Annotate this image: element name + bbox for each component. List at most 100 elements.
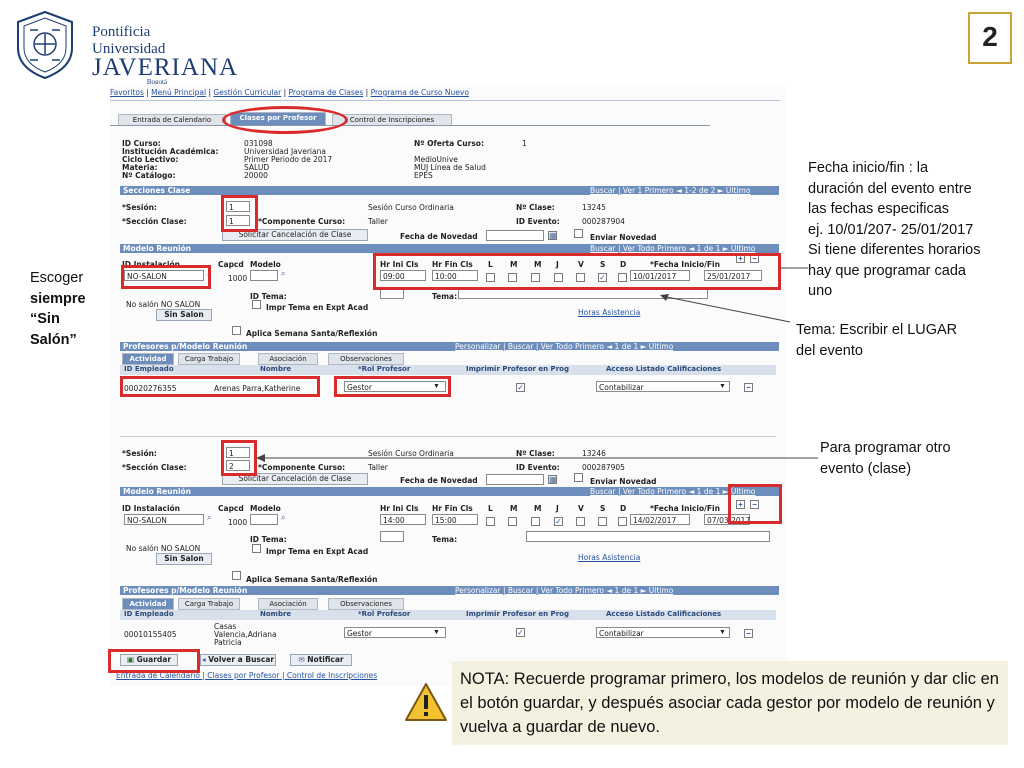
search-icon[interactable]: ⌕ <box>281 513 285 523</box>
sesion-input[interactable]: 1 <box>226 447 250 458</box>
fecha-novedad-input[interactable] <box>486 230 544 241</box>
enviar-novedad-checkbox[interactable] <box>574 473 583 482</box>
calendar-icon[interactable]: ▦ <box>548 231 557 240</box>
add-row-icon[interactable]: + <box>736 254 745 263</box>
prof-tab-actividad[interactable]: Actividad <box>122 598 174 610</box>
prof1-acceso-select[interactable]: Contabilizar <box>596 381 730 392</box>
tab-clases-profesor[interactable]: Clases por Profesor <box>230 112 326 126</box>
search-icon[interactable]: ⌕ <box>281 269 285 279</box>
day-checkbox-d[interactable] <box>618 273 627 282</box>
calendar-icon[interactable]: ▦ <box>548 475 557 484</box>
hr-fin-input[interactable]: 10:00 <box>432 270 478 281</box>
impr-tema-checkbox[interactable] <box>252 544 261 553</box>
delete-row-icon[interactable]: − <box>744 383 753 392</box>
breadcrumb-item[interactable]: Menú Principal <box>151 88 206 97</box>
col-fecha-inicio-fin: *Fecha Inicio/Fin <box>650 504 720 513</box>
prof-tab-carga[interactable]: Carga Trabajo <box>178 353 240 365</box>
day-checkbox-s[interactable]: ✓ <box>598 273 607 282</box>
seccion-input[interactable]: 1 <box>226 215 250 226</box>
delete-row-icon[interactable]: − <box>750 500 759 509</box>
sin-salon-button[interactable]: Sin Salon <box>156 309 212 321</box>
profesores-nav-links[interactable]: Personalizar | Buscar | Ver Todo Primero… <box>455 586 673 595</box>
day-checkbox-d[interactable] <box>618 517 627 526</box>
col-hr-ini: Hr Ini Cls <box>380 504 419 513</box>
col-lunes: L <box>488 260 493 269</box>
horas-asistencia-link[interactable]: Horas Asistencia <box>578 308 640 317</box>
breadcrumb-item[interactable]: Favoritos <box>110 88 144 97</box>
prof1-rol-select[interactable]: Gestor <box>344 381 446 392</box>
prof-tab-observaciones[interactable]: Observaciones <box>328 598 404 610</box>
day-checkbox-j[interactable]: ✓ <box>554 517 563 526</box>
hr-fin-input[interactable]: 15:00 <box>432 514 478 525</box>
impr-tema-label: Impr Tema en Expt Acad <box>266 547 369 556</box>
search-icon[interactable]: ⌕ <box>207 513 211 523</box>
prof-col-imprimir: Imprimir Profesor en Prog <box>466 365 569 373</box>
day-checkbox-m2[interactable] <box>531 517 540 526</box>
breadcrumb-item[interactable]: Gestión Curricular <box>213 88 281 97</box>
day-checkbox-s[interactable] <box>598 517 607 526</box>
seccion-input[interactable]: 2 <box>226 460 250 471</box>
modelo-input[interactable] <box>250 270 278 281</box>
col-id-instalacion: ID Instalación <box>122 260 181 269</box>
horas-asistencia-link[interactable]: Horas Asistencia <box>578 553 640 562</box>
solicitar-cancelacion-button[interactable]: Solicitar Cancelación de Clase <box>222 229 368 241</box>
day-checkbox-m[interactable] <box>508 273 517 282</box>
fecha-inicio-input[interactable]: 14/02/2017 <box>630 514 690 525</box>
solicitar-cancelacion-button[interactable]: Solicitar Cancelación de Clase <box>222 473 368 485</box>
guardar-button[interactable]: ▣ Guardar <box>120 654 178 666</box>
annotation-otro-evento: Para programar otro evento (clase) <box>820 438 1010 479</box>
instalacion-input[interactable]: NO-SALON <box>124 270 204 281</box>
day-checkbox-l[interactable] <box>486 517 495 526</box>
tema-input[interactable] <box>458 288 708 299</box>
delete-row-icon[interactable]: − <box>750 254 759 263</box>
fecha-fin-input[interactable]: 07/03/2017 <box>704 514 750 525</box>
prof-tab-asociacion[interactable]: Asociación <box>258 598 318 610</box>
prof2-acceso-select[interactable]: Contabilizar <box>596 627 730 638</box>
volver-buscar-button[interactable]: ◂ Volver a Buscar <box>200 654 276 666</box>
aplica-semana-checkbox[interactable] <box>232 326 241 335</box>
hr-ini-input[interactable]: 14:00 <box>380 514 426 525</box>
fecha-novedad-input[interactable] <box>486 474 544 485</box>
modelo-nav-links[interactable]: Buscar | Ver Todo Primero ◄ 1 de 1 ► Últ… <box>590 244 755 253</box>
sesion-input[interactable]: 1 <box>226 201 250 212</box>
day-checkbox-l[interactable] <box>486 273 495 282</box>
annotation-fecha-line: hay que programar cada <box>808 262 966 279</box>
prof2-imprimir-checkbox[interactable]: ✓ <box>516 628 525 637</box>
prof-tab-asociacion[interactable]: Asociación <box>258 353 318 365</box>
fecha-fin-input[interactable]: 25/01/2017 <box>704 270 762 281</box>
day-checkbox-v[interactable] <box>576 517 585 526</box>
day-checkbox-j[interactable] <box>554 273 563 282</box>
prof-tab-carga[interactable]: Carga Trabajo <box>178 598 240 610</box>
profesores-nav-links[interactable]: Personalizar | Buscar | Ver Todo Primero… <box>455 342 673 351</box>
enviar-novedad-checkbox[interactable] <box>574 229 583 238</box>
annotation-otro-line: Para programar otro <box>820 440 951 456</box>
id-tema-input[interactable] <box>380 531 404 542</box>
add-row-icon[interactable]: + <box>736 500 745 509</box>
breadcrumb-item[interactable]: Programa de Curso Nuevo <box>371 88 469 97</box>
hr-ini-input[interactable]: 09:00 <box>380 270 426 281</box>
modelo-nav-links[interactable]: Buscar | Ver Todo Primero ◄ 1 de 1 ► Últ… <box>590 487 755 496</box>
modelo-input[interactable] <box>250 514 278 525</box>
sin-salon-button[interactable]: Sin Salon <box>156 553 212 565</box>
prof-col-nombre: Nombre <box>260 610 292 618</box>
search-icon[interactable]: ⌕ <box>207 269 211 279</box>
breadcrumb-item[interactable]: Programa de Clases <box>289 88 364 97</box>
impr-tema-checkbox[interactable] <box>252 300 261 309</box>
tema-input[interactable] <box>526 531 770 542</box>
prof-tab-observaciones[interactable]: Observaciones <box>328 353 404 365</box>
fecha-inicio-input[interactable]: 10/01/2017 <box>630 270 690 281</box>
prof-tab-actividad[interactable]: Actividad <box>122 353 174 365</box>
profesores-title: Profesores p/Modelo Reunión <box>123 342 248 351</box>
day-checkbox-v[interactable] <box>576 273 585 282</box>
notificar-button[interactable]: ✉ Notificar <box>290 654 352 666</box>
bottom-nav-links[interactable]: Entrada de Calendario | Clases por Profe… <box>116 671 377 680</box>
id-tema-input[interactable] <box>380 288 404 299</box>
delete-row-icon[interactable]: − <box>744 629 753 638</box>
aplica-semana-checkbox[interactable] <box>232 571 241 580</box>
day-checkbox-m2[interactable] <box>531 273 540 282</box>
prof2-rol-select[interactable]: Gestor <box>344 627 446 638</box>
day-checkbox-m[interactable] <box>508 517 517 526</box>
instalacion-input[interactable]: NO-SALON <box>124 514 204 525</box>
secciones-nav-links[interactable]: Buscar | Ver 1 Primero ◄ 1-2 de 2 ► Últi… <box>590 186 750 195</box>
prof1-imprimir-checkbox[interactable]: ✓ <box>516 383 525 392</box>
